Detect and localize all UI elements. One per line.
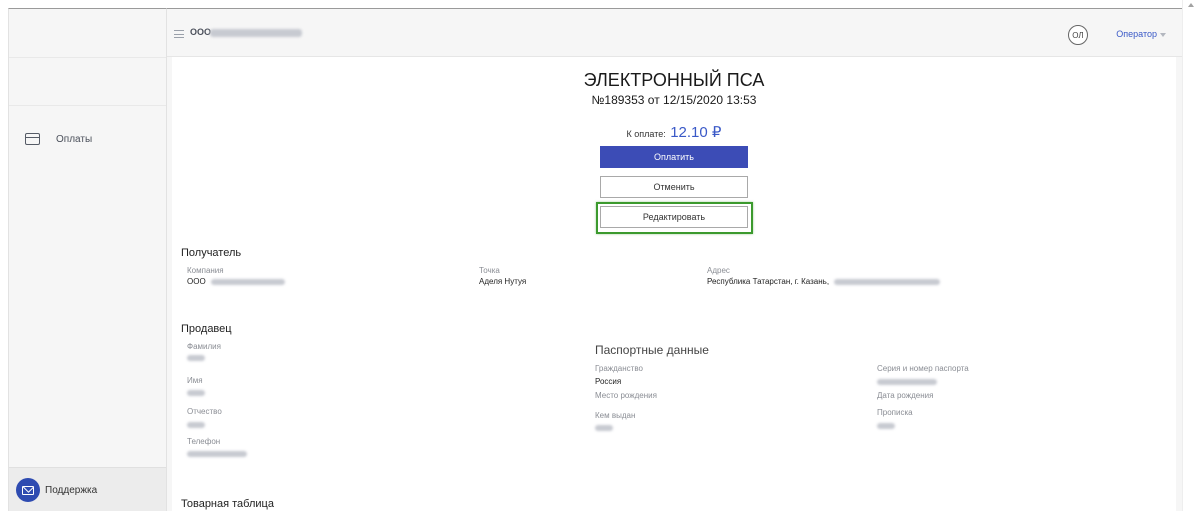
patronymic-value-redacted — [187, 422, 205, 428]
mail-icon — [22, 485, 34, 495]
pay-button[interactable]: Оплатить — [600, 146, 748, 168]
amount-due-label: К оплате: — [626, 129, 666, 139]
chevron-down-icon[interactable] — [1160, 33, 1166, 37]
citizenship-label: Гражданство — [595, 364, 643, 373]
scrollbar[interactable] — [1182, 0, 1198, 511]
company-label: Компания — [187, 266, 224, 275]
name-label: Имя — [187, 376, 203, 385]
top-bar: ООО ОЛ Оператор — [167, 8, 1182, 57]
passport-section-title: Паспортные данные — [595, 343, 709, 357]
company-value-redacted — [210, 278, 285, 285]
company-name-redacted — [210, 29, 302, 37]
recipient-section-title: Получатель — [181, 247, 242, 259]
menu-icon[interactable] — [174, 30, 184, 38]
citizenship-value: Россия — [595, 377, 622, 386]
document-number: №189353 от 12/15/2020 13:53 — [591, 93, 757, 107]
phone-value-redacted — [187, 451, 247, 457]
avatar[interactable]: ОЛ — [1068, 25, 1088, 45]
company-value: ООО — [187, 277, 285, 286]
birthplace-label: Место рождения — [595, 391, 657, 400]
company-value-prefix: ООО — [187, 277, 206, 286]
registration-label: Прописка — [877, 408, 913, 417]
company-name: ООО — [190, 27, 212, 37]
surname-label: Фамилия — [187, 342, 221, 351]
address-value-text: Республика Татарстан, г. Казань, — [707, 277, 830, 286]
series-number-value-redacted — [877, 379, 937, 385]
support-label: Поддержка — [45, 484, 98, 496]
page-title: ЭЛЕКТРОННЫЙ ПСА — [583, 70, 765, 90]
address-label: Адрес — [707, 266, 730, 275]
sidebar-divider — [9, 57, 166, 58]
cancel-button[interactable]: Отменить — [600, 176, 748, 198]
sidebar-item-label: Оплаты — [56, 133, 93, 145]
card-icon — [25, 133, 40, 145]
name-value-redacted — [187, 390, 205, 396]
birthdate-label: Дата рождения — [877, 391, 934, 400]
support-icon-circle — [16, 478, 40, 502]
scroll-up-arrow-icon[interactable] — [1188, 3, 1194, 7]
address-value-redacted — [834, 278, 941, 285]
goods-table-title: Товарная таблица — [181, 498, 274, 510]
edit-button[interactable]: Редактировать — [600, 206, 748, 228]
point-label: Точка — [479, 266, 500, 275]
sidebar-divider — [9, 105, 166, 106]
document-panel: ЭЛЕКТРОННЫЙ ПСА №189353 от 12/15/2020 13… — [172, 57, 1176, 511]
registration-value-redacted — [877, 423, 895, 429]
main-area: ЭЛЕКТРОННЫЙ ПСА №189353 от 12/15/2020 13… — [167, 57, 1182, 511]
amount-due-value: 12.10 ₽ — [670, 124, 722, 141]
series-number-label: Серия и номер паспорта — [877, 364, 969, 373]
sidebar: Оплаты Поддержка — [8, 8, 167, 511]
support-area: Поддержка — [9, 467, 166, 511]
support-button[interactable]: Поддержка — [16, 478, 97, 502]
sidebar-item-payments[interactable]: Оплаты — [25, 133, 92, 145]
phone-label: Телефон — [187, 437, 221, 446]
seller-section-title: Продавец — [181, 323, 232, 335]
issued-by-value-redacted — [595, 425, 613, 431]
issued-by-label: Кем выдан — [595, 411, 636, 420]
point-value: Аделя Нутуя — [479, 277, 527, 286]
amount-due: К оплате: 12.10 ₽ — [172, 123, 1176, 142]
patronymic-label: Отчество — [187, 407, 222, 416]
address-value: Республика Татарстан, г. Казань, — [707, 277, 941, 286]
surname-value-redacted — [187, 355, 205, 361]
user-role-dropdown[interactable]: Оператор — [1116, 29, 1157, 39]
